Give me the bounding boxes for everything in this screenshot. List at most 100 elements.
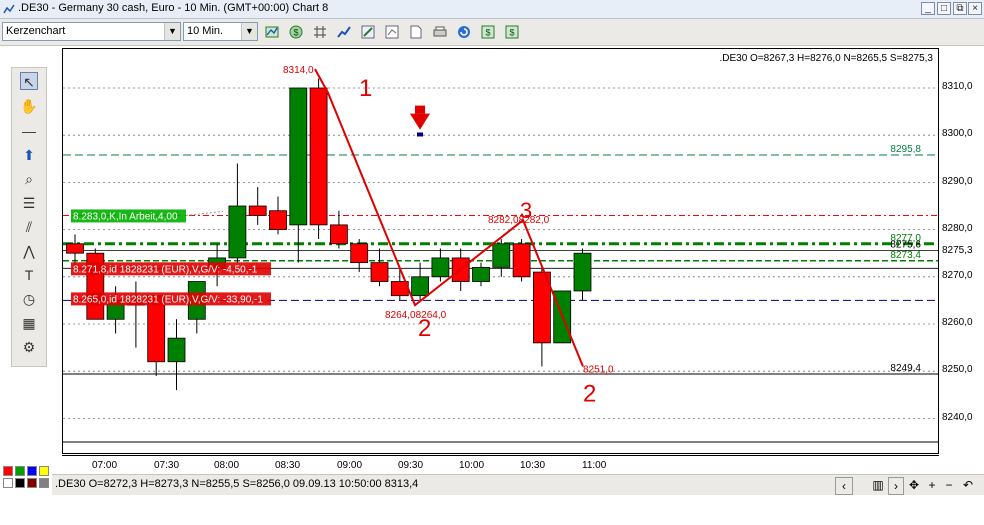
zoom-out-icon[interactable]: − — [942, 477, 956, 493]
scroll-right-icon[interactable]: › — [888, 477, 904, 495]
x-tick-label: 07:30 — [154, 460, 180, 471]
x-tick-label: 08:30 — [275, 460, 301, 471]
status-bar: .DE30 O=8272,3 H=8273,3 N=8255,5 S=8256,… — [52, 474, 984, 495]
edit-icon[interactable] — [360, 24, 376, 40]
y-tick-label: 8310,0 — [942, 81, 973, 92]
arrow-tool-icon[interactable]: ⬆ — [20, 146, 38, 164]
svg-text:$: $ — [509, 28, 514, 38]
bear-candle — [147, 295, 166, 363]
interval-value: 10 Min. — [187, 25, 224, 37]
bull-candle — [167, 337, 186, 363]
low-price-label: 8264,08264,0 — [385, 310, 447, 321]
x-tick-label: 08:00 — [214, 460, 240, 471]
y-tick-label: 8270,0 — [942, 270, 973, 281]
wave-1-label: 1 — [359, 75, 372, 102]
minimize-button[interactable]: _ — [921, 2, 935, 15]
zoom-in-icon[interactable]: + — [925, 477, 939, 493]
dollar-icon[interactable]: $ — [288, 24, 304, 40]
price-chart-canvas[interactable]: 8295,88277,08275,68273,48249,4 8.283,0,K… — [63, 49, 938, 453]
text-tool-icon[interactable]: T — [20, 266, 38, 284]
chart-type-select[interactable]: Kerzenchart ▼ — [2, 22, 181, 41]
bear-candle — [309, 87, 328, 226]
ohlc-header: .DE30 O=8267,3 H=8276,0 N=8265,5 S=8275,… — [719, 53, 933, 64]
layout-icon[interactable] — [384, 24, 400, 40]
pattern-icon[interactable]: ⋀ — [20, 242, 38, 260]
reset-zoom-icon[interactable]: ↶ — [960, 477, 976, 493]
move-icon[interactable]: ✥ — [907, 477, 921, 493]
sell-arrow-icon — [415, 105, 425, 114]
y-tick-label: 8280,0 — [942, 223, 973, 234]
wave-3-label: 3 — [520, 198, 532, 223]
bull-candle — [472, 266, 490, 282]
bear-candle — [66, 243, 84, 254]
color-swatch-red[interactable] — [3, 466, 13, 476]
order-position-2-label: 8.265,0,id 1828231 (EUR),V,G/V: -33,90,-… — [73, 294, 263, 305]
order-working-label: 8.283,0,K,In Arbeit,4,00 — [73, 211, 178, 222]
color-swatch-black[interactable] — [15, 478, 25, 488]
color-swatch-gray[interactable] — [39, 478, 49, 488]
x-tick-label: 10:00 — [459, 460, 485, 471]
time-axis[interactable]: 07:00 07:30 08:00 08:30 09:00 09:30 10:0… — [62, 455, 939, 475]
y-tick-label: 8260,0 — [942, 317, 973, 328]
order-connector — [185, 210, 224, 216]
refresh-icon[interactable] — [456, 24, 472, 40]
price-axis[interactable]: 8310,0 8300,0 8290,0 8280,0 8275,3 8270,… — [939, 48, 984, 454]
level-label: 8295,8 — [890, 144, 921, 155]
bear-candle — [350, 243, 369, 264]
bull-candle — [492, 243, 511, 268]
grid-icon[interactable] — [312, 24, 328, 40]
order-position-1-label: 8.271,8,id 1828231 (EUR),V,G/V: -4,50,-1 — [73, 264, 258, 275]
settings-icon[interactable]: ⚙ — [20, 338, 38, 356]
y-tick-label: 8250,0 — [942, 364, 973, 375]
bull-candle — [573, 252, 592, 292]
bull-candle — [289, 87, 308, 226]
color-swatch-green[interactable] — [15, 466, 25, 476]
drawing-toolbar: ↖ ✋ — ⬆ ⌕ ☰ ⫽ ⋀ T ◷ ▦ ⚙ — [11, 67, 47, 367]
close-button[interactable]: × — [968, 2, 982, 15]
bull-candle — [228, 205, 247, 259]
document-icon[interactable] — [408, 24, 424, 40]
fibonacci-icon[interactable]: ☰ — [20, 194, 38, 212]
order-icon[interactable]: $ — [504, 24, 520, 40]
chevron-down-icon[interactable]: ▼ — [164, 23, 180, 40]
status-ohlc: .DE30 O=8272,3 H=8273,3 N=8255,5 S=8256,… — [55, 478, 419, 490]
wave-2a-label: 2 — [418, 315, 431, 342]
bear-candle — [269, 210, 287, 231]
bull-candle — [431, 257, 450, 278]
color-swatch-maroon[interactable] — [27, 478, 37, 488]
clock-icon[interactable]: ◷ — [20, 290, 38, 308]
svg-text:$: $ — [485, 28, 490, 38]
color-swatch-blue[interactable] — [27, 466, 37, 476]
hand-icon[interactable]: ✋ — [20, 97, 38, 115]
color-swatch-white[interactable] — [3, 478, 13, 488]
price-chart[interactable]: 8295,8 8277,0 8275,6 8273,4 8249,4 8.283,0,K… — [62, 48, 939, 454]
window-titlebar: .DE30 - Germany 30 cash, Euro - 10 Min. … — [0, 0, 984, 19]
print-icon[interactable] — [432, 24, 448, 40]
restore-button[interactable]: ⧉ — [953, 2, 967, 15]
bottom-price-label: 8251,0 — [583, 364, 614, 375]
level-label: 8249,4 — [890, 363, 921, 374]
zoom-icon[interactable]: ⌕ — [20, 170, 38, 188]
scroll-thumb-icon[interactable]: ▥ — [870, 477, 886, 493]
x-tick-label: 09:00 — [337, 460, 363, 471]
chart-toolbar: Kerzenchart ▼ 10 Min. ▼ $ $ $ — [0, 19, 984, 46]
indicator-icon[interactable] — [264, 24, 280, 40]
x-tick-label: 10:30 — [520, 460, 546, 471]
cursor-icon[interactable]: ↖ — [20, 72, 38, 90]
color-swatch-yellow[interactable] — [39, 466, 49, 476]
chart-icon[interactable] — [336, 24, 352, 40]
calculator-icon[interactable]: ▦ — [20, 314, 38, 332]
line-tool-icon[interactable]: — — [20, 122, 38, 140]
scroll-left-icon[interactable]: ‹ — [835, 477, 853, 495]
y-tick-label: 8290,0 — [942, 176, 973, 187]
color-palette — [3, 466, 51, 490]
x-tick-label: 07:00 — [92, 460, 118, 471]
current-price-label: 8275,3 — [942, 245, 973, 256]
interval-select[interactable]: 10 Min. ▼ — [183, 22, 258, 41]
channel-icon[interactable]: ⫽ — [20, 218, 38, 236]
mid-price-label: 8282,08282,0 — [488, 215, 550, 226]
y-tick-label: 8300,0 — [942, 128, 973, 139]
buy-sell-icon[interactable]: $ — [480, 24, 496, 40]
maximize-button[interactable]: □ — [937, 2, 951, 15]
chevron-down-icon[interactable]: ▼ — [241, 23, 257, 40]
